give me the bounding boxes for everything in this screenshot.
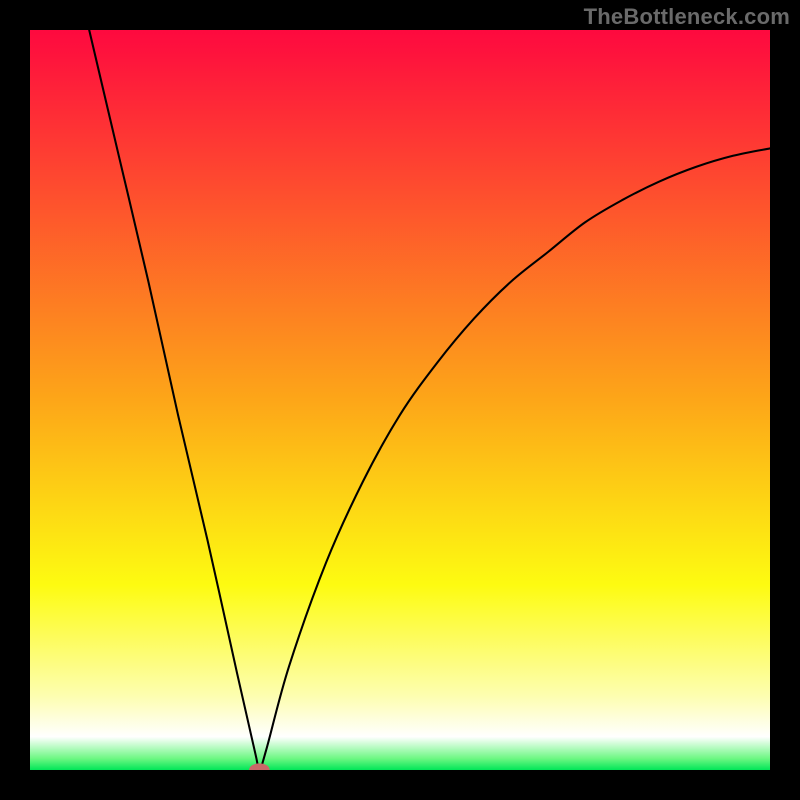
chart-frame: TheBottleneck.com [0,0,800,800]
chart-plot-area [30,30,770,770]
watermark-text: TheBottleneck.com [584,4,790,30]
chart-background [30,30,770,770]
chart-svg [30,30,770,770]
